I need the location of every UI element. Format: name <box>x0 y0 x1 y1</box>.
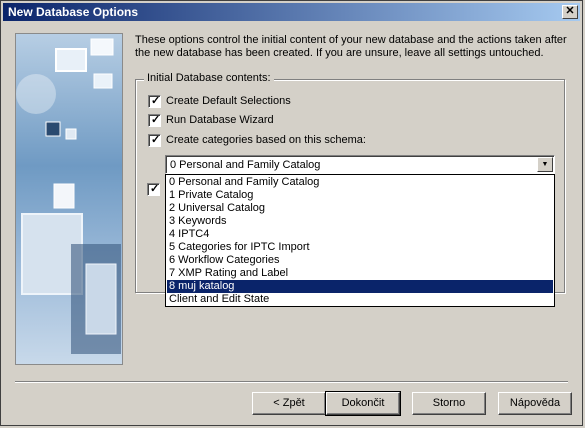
run-database-wizard-checkbox[interactable]: ✓ Run Database Wizard <box>148 113 274 127</box>
dropdown-arrow-button[interactable]: ▼ <box>537 157 553 172</box>
cancel-button[interactable]: Storno <box>412 392 486 415</box>
dialog-window: New Database Options ✕ These options con… <box>0 0 583 426</box>
checkbox-label: Run Database Wizard <box>166 114 274 126</box>
close-icon: ✕ <box>565 5 575 17</box>
checkbox-box: ✓ <box>148 133 161 147</box>
dropdown-option[interactable]: 4 IPTC4 <box>167 228 553 241</box>
dropdown-option[interactable]: Client and Edit State <box>167 293 553 306</box>
combobox-value: 0 Personal and Family Catalog <box>170 159 321 171</box>
dropdown-option[interactable]: 7 XMP Rating and Label <box>167 267 553 280</box>
window-title: New Database Options <box>8 5 139 19</box>
create-default-selections-checkbox[interactable]: ✓ Create Default Selections <box>148 94 291 108</box>
check-icon: ✓ <box>151 94 161 107</box>
dropdown-option[interactable]: 6 Workflow Categories <box>167 254 553 267</box>
check-icon: ✓ <box>151 133 161 146</box>
dropdown-option-highlighted[interactable]: 8 muj katalog <box>167 280 553 293</box>
back-button[interactable]: < Zpět <box>252 392 326 415</box>
schema-dropdown-list: 0 Personal and Family Catalog 1 Private … <box>165 174 555 307</box>
checkbox-label: Create categories based on this schema: <box>166 134 366 146</box>
dropdown-option[interactable]: 3 Keywords <box>167 215 553 228</box>
check-icon: ✓ <box>150 183 160 195</box>
finish-button[interactable]: Dokončit <box>325 391 401 416</box>
dropdown-option[interactable]: 1 Private Catalog <box>167 189 553 202</box>
checkbox-label: Create Default Selections <box>166 95 291 107</box>
schema-combobox[interactable]: 0 Personal and Family Catalog ▼ <box>165 155 555 174</box>
create-categories-checkbox[interactable]: ✓ Create categories based on this schema… <box>148 133 366 147</box>
partially-hidden-checkbox[interactable]: ✓ <box>147 183 160 196</box>
button-divider <box>15 381 568 383</box>
help-button[interactable]: Nápověda <box>498 392 572 415</box>
check-icon: ✓ <box>151 113 161 126</box>
dropdown-option[interactable]: 0 Personal and Family Catalog <box>167 176 553 189</box>
dropdown-option[interactable]: 2 Universal Catalog <box>167 202 553 215</box>
group-label: Initial Database contents: <box>144 72 274 84</box>
close-button[interactable]: ✕ <box>562 5 578 19</box>
title-bar[interactable]: New Database Options ✕ <box>3 3 580 21</box>
checkbox-box: ✓ <box>148 94 161 108</box>
wizard-side-image <box>15 33 123 365</box>
checkbox-box: ✓ <box>148 113 161 127</box>
dropdown-option[interactable]: 5 Categories for IPTC Import <box>167 241 553 254</box>
intro-text: These options control the initial conten… <box>135 34 567 59</box>
chevron-down-icon: ▼ <box>541 161 549 168</box>
